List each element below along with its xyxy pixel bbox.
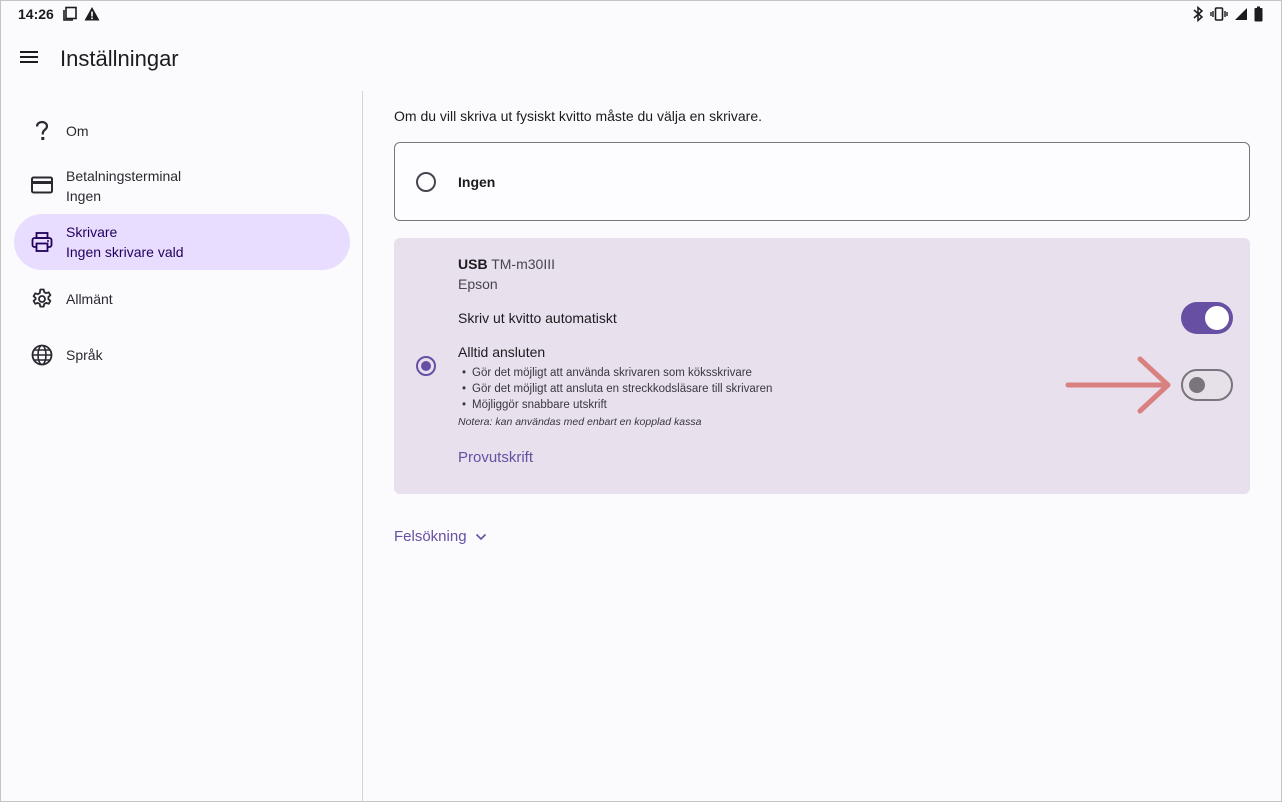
- app-bar: Inställningar: [1, 31, 1281, 87]
- list-item: Möjliggör snabbare utskrift: [458, 397, 772, 413]
- bluetooth-icon: [1192, 5, 1204, 25]
- troubleshooting-label: Felsökning: [394, 528, 467, 545]
- vibrate-icon: [1210, 6, 1228, 25]
- sidebar-item-betalningsterminal[interactable]: Betalningsterminal Ingen: [14, 159, 350, 211]
- auto-print-label: Skriv ut kvitto automatiskt: [458, 310, 617, 326]
- sidebar-item-label: Betalningsterminal: [66, 168, 182, 184]
- option-label: Ingen: [458, 174, 496, 190]
- printer-model: TM-m30III: [491, 256, 555, 272]
- sidebar-item-label: Språk: [66, 347, 103, 363]
- annotation-arrow-icon: [1065, 356, 1171, 414]
- printer-option-none[interactable]: Ingen: [394, 142, 1250, 221]
- toggle-thumb: [1205, 306, 1229, 330]
- menu-icon: [20, 49, 40, 70]
- page-title: Inställningar: [60, 46, 179, 71]
- sidebar-item-sprak[interactable]: Språk: [14, 337, 350, 373]
- printer-connection: USB: [458, 256, 488, 272]
- always-connected-toggle[interactable]: [1181, 369, 1233, 401]
- sidebar-item-label: Om: [66, 123, 89, 139]
- always-connected-note: Notera: kan användas med enbart en koppl…: [458, 416, 702, 428]
- auto-print-toggle[interactable]: [1181, 302, 1233, 334]
- printer-intro-text: Om du vill skriva ut fysiskt kvitto måst…: [394, 108, 762, 124]
- always-connected-label: Alltid ansluten: [458, 344, 546, 360]
- sidebar-item-sublabel: Ingen skrivare vald: [66, 244, 184, 260]
- sidebar-item-label: Skrivare: [66, 224, 118, 240]
- printer-title: USB TM-m30III: [458, 256, 555, 272]
- menu-button[interactable]: [15, 45, 45, 73]
- troubleshooting-expander[interactable]: Felsökning: [394, 528, 487, 545]
- device-frame: 14:26 Inställningar Om Betalningstermina…: [0, 0, 1282, 802]
- printer-maker: Epson: [458, 276, 498, 292]
- list-item: Gör det möjligt att använda skrivaren so…: [458, 365, 772, 381]
- battery-icon: [1254, 6, 1263, 25]
- warning-icon: [84, 6, 100, 25]
- sidebar: Om Betalningsterminal Ingen Skrivare Ing…: [1, 91, 362, 802]
- sidebar-item-allmant[interactable]: Allmänt: [14, 281, 350, 317]
- help-icon: [30, 119, 54, 143]
- list-item: Gör det möjligt att ansluta en streckkod…: [458, 381, 772, 397]
- globe-icon: [30, 343, 54, 367]
- toggle-thumb: [1189, 377, 1205, 393]
- credit-card-icon: [30, 173, 54, 197]
- sidebar-divider: [362, 91, 363, 802]
- radio-none[interactable]: [416, 172, 436, 192]
- printer-icon: [30, 230, 54, 254]
- chevron-down-icon: [475, 528, 487, 545]
- screenshot-icon: [62, 6, 78, 25]
- status-bar: 14:26: [1, 1, 1281, 27]
- status-time: 14:26: [18, 6, 54, 22]
- sidebar-item-om[interactable]: Om: [14, 113, 350, 149]
- gear-icon: [30, 287, 54, 311]
- radio-usb-printer[interactable]: [416, 356, 436, 376]
- sidebar-item-label: Allmänt: [66, 291, 113, 307]
- signal-icon: [1234, 7, 1248, 24]
- test-print-button[interactable]: Provutskrift: [458, 449, 533, 466]
- sidebar-item-skrivare[interactable]: Skrivare Ingen skrivare vald: [14, 214, 350, 270]
- sidebar-item-sublabel: Ingen: [66, 188, 102, 204]
- always-connected-benefits: Gör det möjligt att använda skrivaren so…: [458, 365, 772, 413]
